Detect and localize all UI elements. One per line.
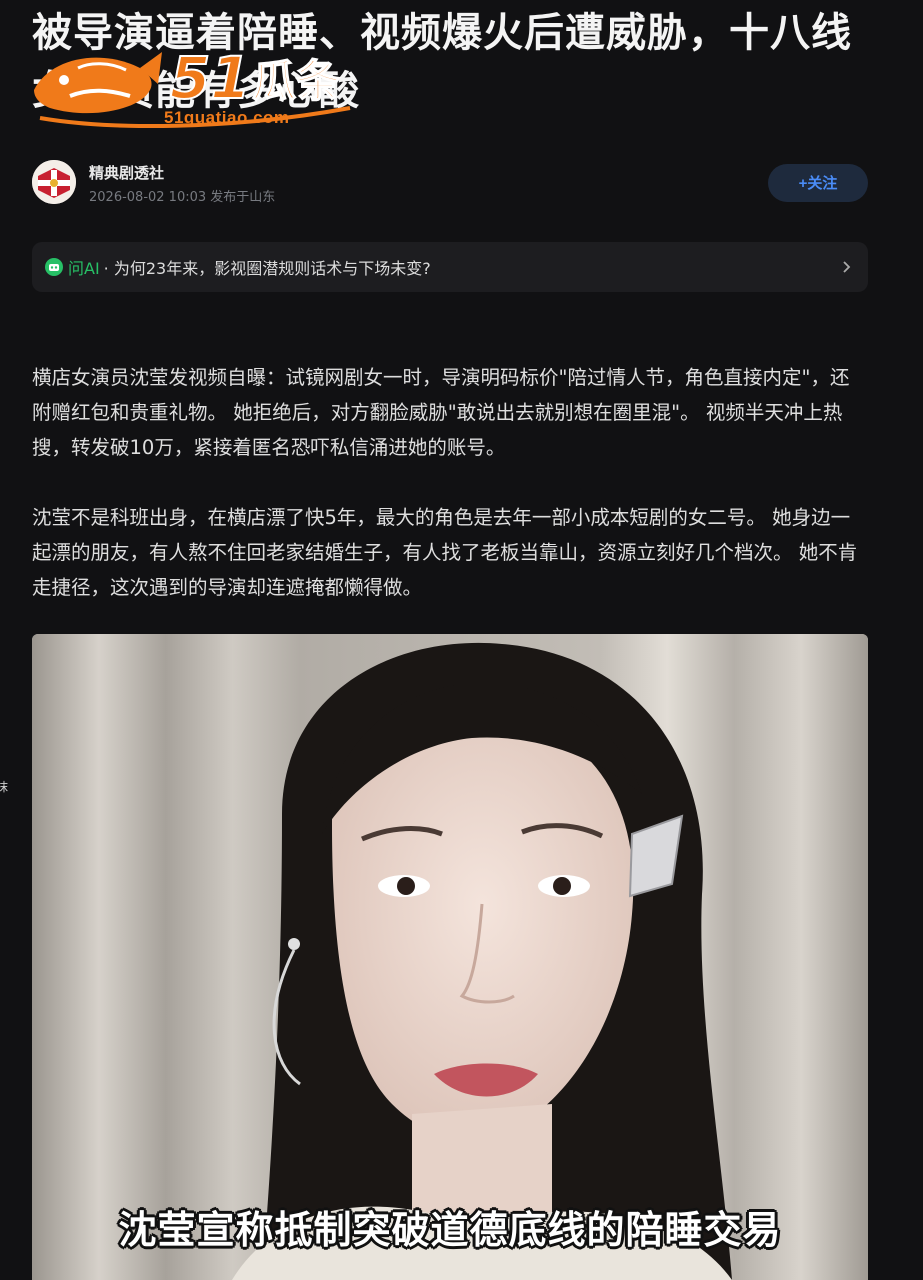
- article-page: 被导演逼着陪睡、视频爆火后遭威胁，十八线女演员能有多心酸 51 瓜条 51gua…: [0, 0, 923, 1280]
- publish-meta: 2026-08-02 10:03 发布于山东: [89, 190, 276, 205]
- ask-ai-bar[interactable]: 问AI · 为何23年来，影视圈潜规则话术与下场未变?: [32, 242, 868, 292]
- edge-fragment-text: 抹: [0, 780, 9, 794]
- avatar-badge-icon: [32, 160, 76, 204]
- ask-ai-question: · 为何23年来，影视圈潜规则话术与下场未变?: [103, 259, 431, 278]
- author-name[interactable]: 精典剧透社: [89, 162, 164, 183]
- article-title: 被导演逼着陪睡、视频爆火后遭威胁，十八线女演员能有多心酸: [32, 10, 852, 114]
- photo-caption: 沈莹宣称抵制突破道德底线的陪睡交易: [118, 1208, 782, 1252]
- ai-robot-icon: [45, 258, 63, 276]
- follow-button[interactable]: +关注: [768, 164, 868, 202]
- article-paragraph: 横店女演员沈莹发视频自曝：试镜网剧女一时，导演明码标价"陪过情人节，角色直接内定…: [32, 366, 850, 459]
- article-photo[interactable]: 沈莹宣称抵制突破道德底线的陪睡交易: [32, 634, 868, 1280]
- author-row: 精典剧透社 2026-08-02 10:03 发布于山东 +关注: [32, 158, 868, 208]
- ask-ai-label: 问AI: [68, 259, 100, 278]
- chevron-right-icon: [843, 261, 851, 273]
- article-paragraph: 沈莹不是科班出身，在横店漂了快5年，最大的角色是去年一部小成本短剧的女二号。 她…: [32, 506, 858, 599]
- woman-portrait-image: [32, 634, 868, 1280]
- avatar[interactable]: [32, 160, 76, 204]
